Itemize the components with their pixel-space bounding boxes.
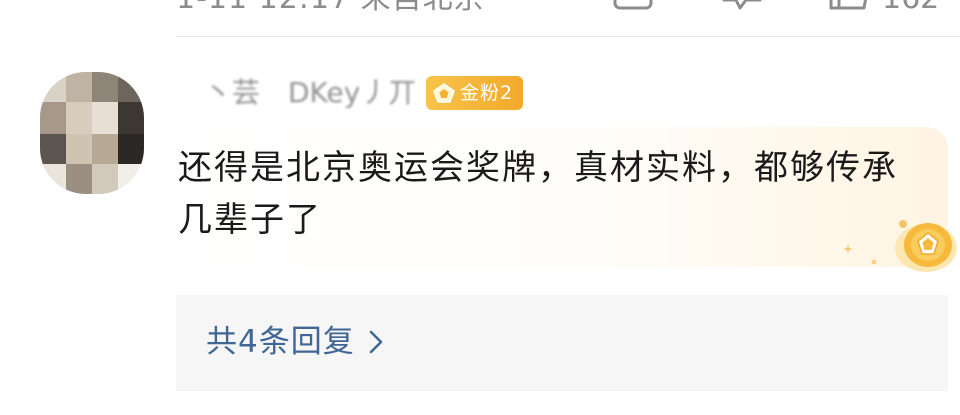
comment-text[interactable]: 还得是北京奥运会奖牌，真材实料，都够传承几辈子了 <box>178 142 918 246</box>
avatar[interactable] <box>40 72 144 194</box>
replies-panel: 共4条回复 <box>176 295 948 391</box>
sparkle-icon <box>843 244 853 254</box>
like-icon <box>828 0 872 14</box>
previous-post-footer: 1-11 12:17 来自北京 162 <box>0 0 960 14</box>
chevron-right-icon <box>369 330 383 354</box>
comment-button[interactable] <box>720 0 764 14</box>
share-button[interactable] <box>612 0 656 14</box>
view-replies-button[interactable]: 共4条回复 <box>206 325 383 359</box>
comment-icon <box>720 0 764 14</box>
gold-medal-icon <box>888 214 958 276</box>
share-icon <box>612 0 656 14</box>
previous-post-meta: 1-11 12:17 来自北京 <box>176 0 485 14</box>
divider <box>176 36 960 37</box>
like-button[interactable]: 162 <box>828 0 939 14</box>
fan-badge[interactable]: 金粉2 <box>426 76 524 110</box>
fan-badge-label: 金粉2 <box>460 82 514 104</box>
username[interactable]: 丶芸 DKey丿丌 <box>176 74 421 114</box>
fan-badge-icon <box>432 82 456 104</box>
sparkle-icon <box>870 258 878 266</box>
replies-count-label: 共4条回复 <box>206 324 355 360</box>
username-text: 丶芸 DKey丿丌 <box>176 76 417 109</box>
like-count: 162 <box>882 0 939 14</box>
